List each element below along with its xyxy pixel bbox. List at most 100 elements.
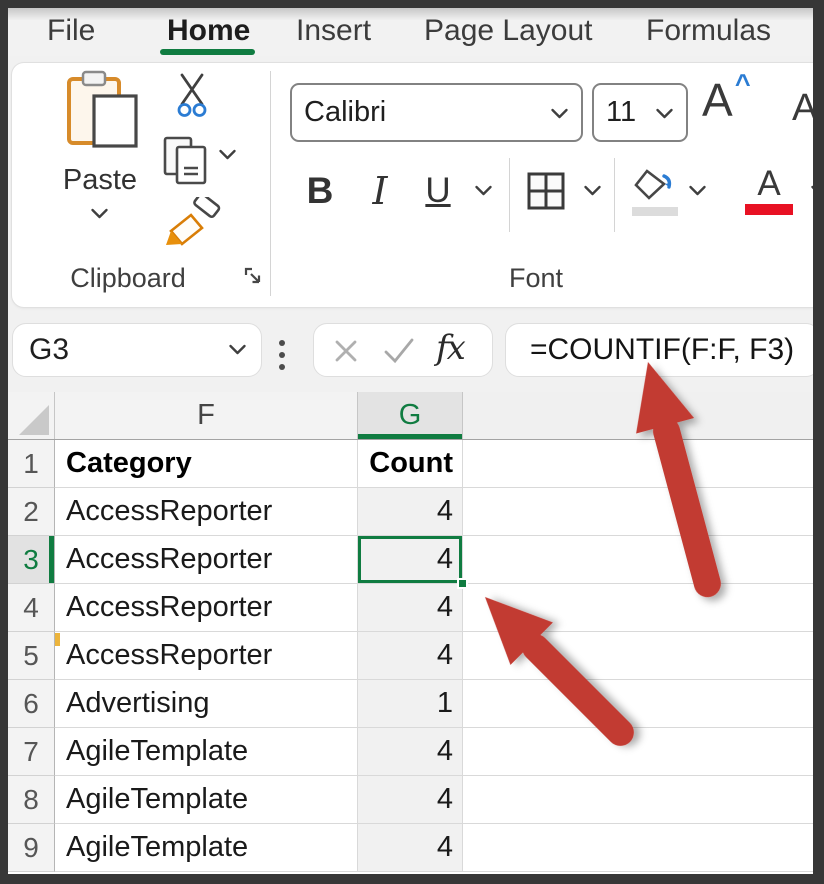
chevron-down-icon[interactable] xyxy=(228,344,247,356)
cell-F5[interactable]: AccessReporter xyxy=(55,632,358,680)
clipboard-dialog-launcher[interactable] xyxy=(243,266,263,286)
cell-G9[interactable]: 4 xyxy=(358,824,463,872)
table-row: 7AgileTemplate4 xyxy=(8,728,813,776)
cell-G8[interactable]: 4 xyxy=(358,776,463,824)
borders-button[interactable] xyxy=(524,165,568,217)
formula-bar-buttons: fx xyxy=(313,323,493,377)
selected-cell-G3[interactable]: 4 xyxy=(358,536,463,584)
table-row: 8AgileTemplate4 xyxy=(8,776,813,824)
row-header-1[interactable]: 1 xyxy=(8,440,55,488)
chevron-down-icon[interactable] xyxy=(583,185,602,197)
formula-input[interactable]: =COUNTIF(F:F, F3) xyxy=(505,323,820,377)
cell-F1[interactable]: Category xyxy=(55,440,358,488)
bold-button[interactable]: B xyxy=(298,163,342,219)
column-header-F[interactable]: F xyxy=(55,392,358,439)
grow-font-caret: ^ xyxy=(735,69,751,100)
cell-empty[interactable] xyxy=(463,536,813,584)
font-size-value: 11 xyxy=(606,96,636,129)
cell-G6[interactable]: 1 xyxy=(358,680,463,728)
chevron-down-icon[interactable] xyxy=(550,108,569,120)
cancel-x-icon[interactable] xyxy=(332,337,360,370)
chevron-down-icon[interactable] xyxy=(90,208,109,220)
row-header-8[interactable]: 8 xyxy=(8,776,55,824)
row-header-2[interactable]: 2 xyxy=(8,488,55,536)
increase-font-size-button[interactable]: A^ xyxy=(702,73,733,127)
cell-marker xyxy=(55,633,60,646)
font-color-button[interactable]: A xyxy=(741,161,797,219)
fill-handle[interactable] xyxy=(457,578,468,589)
name-box-value: G3 xyxy=(29,333,69,367)
cell-G5[interactable]: 4 xyxy=(358,632,463,680)
copy-button[interactable] xyxy=(156,133,216,189)
underline-button[interactable]: U xyxy=(416,163,460,219)
paste-button[interactable]: Paste xyxy=(40,65,160,293)
format-painter-icon xyxy=(161,197,223,249)
active-tab-underline xyxy=(160,49,255,55)
row-header-4[interactable]: 4 xyxy=(8,584,55,632)
cell-F6[interactable]: Advertising xyxy=(55,680,358,728)
cell-F9[interactable]: AgileTemplate xyxy=(55,824,358,872)
tab-page-layout[interactable]: Page Layout xyxy=(424,8,592,54)
row-header-7[interactable]: 7 xyxy=(8,728,55,776)
cell-F4[interactable]: AccessReporter xyxy=(55,584,358,632)
font-name-value: Calibri xyxy=(304,96,386,129)
cell-F2[interactable]: AccessReporter xyxy=(55,488,358,536)
cell-G1[interactable]: Count xyxy=(358,440,463,488)
chevron-down-icon[interactable] xyxy=(218,149,237,161)
column-header-G[interactable]: G xyxy=(358,392,463,439)
cell-F7[interactable]: AgileTemplate xyxy=(55,728,358,776)
fill-color-swatch xyxy=(632,207,678,216)
ribbon-panel: Paste xyxy=(12,63,824,307)
cell-G7[interactable]: 4 xyxy=(358,728,463,776)
row-header-9[interactable]: 9 xyxy=(8,824,55,872)
formula-bar-drag-dots[interactable] xyxy=(279,337,285,373)
table-row: 2AccessReporter4 xyxy=(8,488,813,536)
tab-insert[interactable]: Insert xyxy=(296,8,371,54)
chevron-down-icon[interactable] xyxy=(810,185,824,197)
cell-empty[interactable] xyxy=(463,488,813,536)
row-header-6[interactable]: 6 xyxy=(8,680,55,728)
cell-empty[interactable] xyxy=(463,584,813,632)
cell-G4[interactable]: 4 xyxy=(358,584,463,632)
formula-text: =COUNTIF(F:F, F3) xyxy=(530,333,794,367)
cell-F8[interactable]: AgileTemplate xyxy=(55,776,358,824)
select-all-triangle xyxy=(19,405,49,435)
chevron-down-icon[interactable] xyxy=(688,185,707,197)
cut-button[interactable] xyxy=(162,67,222,125)
group-divider xyxy=(270,71,271,296)
chevron-down-icon[interactable] xyxy=(474,185,493,197)
font-color-icon: A xyxy=(757,166,780,202)
chevron-down-icon[interactable] xyxy=(655,108,674,120)
cell-empty[interactable] xyxy=(463,776,813,824)
cell-empty[interactable] xyxy=(463,632,813,680)
fill-color-icon xyxy=(632,167,678,205)
font-name-select[interactable]: Calibri xyxy=(290,83,583,142)
row-header-5[interactable]: 5 xyxy=(8,632,55,680)
button-divider xyxy=(614,158,615,232)
table-row: 4AccessReporter4 xyxy=(8,584,813,632)
cell-empty[interactable] xyxy=(463,440,813,488)
fill-color-button[interactable] xyxy=(629,163,681,219)
format-painter-button[interactable] xyxy=(154,193,230,253)
cell-empty[interactable] xyxy=(463,824,813,872)
font-size-select[interactable]: 11 xyxy=(592,83,688,142)
cell-F3[interactable]: AccessReporter xyxy=(55,536,358,584)
cell-G2[interactable]: 4 xyxy=(358,488,463,536)
tab-home[interactable]: Home xyxy=(167,8,250,54)
table-row: 6Advertising1 xyxy=(8,680,813,728)
column-header-empty[interactable] xyxy=(463,392,813,439)
confirm-check-icon[interactable] xyxy=(382,337,416,370)
paste-clipboard-icon xyxy=(64,70,140,155)
cell-empty[interactable] xyxy=(463,680,813,728)
insert-function-fx-icon[interactable]: fx xyxy=(436,328,464,368)
decrease-font-size-button[interactable]: A xyxy=(792,87,817,130)
italic-button[interactable]: I xyxy=(358,163,402,219)
borders-icon xyxy=(526,171,566,211)
tab-formulas[interactable]: Formulas xyxy=(646,8,771,54)
select-all-button[interactable] xyxy=(8,392,55,439)
row-header-3[interactable]: 3 xyxy=(8,536,55,584)
tab-file[interactable]: File xyxy=(47,8,95,54)
cell-empty[interactable] xyxy=(463,728,813,776)
name-box[interactable]: G3 xyxy=(12,323,262,377)
font-color-swatch xyxy=(745,204,793,215)
